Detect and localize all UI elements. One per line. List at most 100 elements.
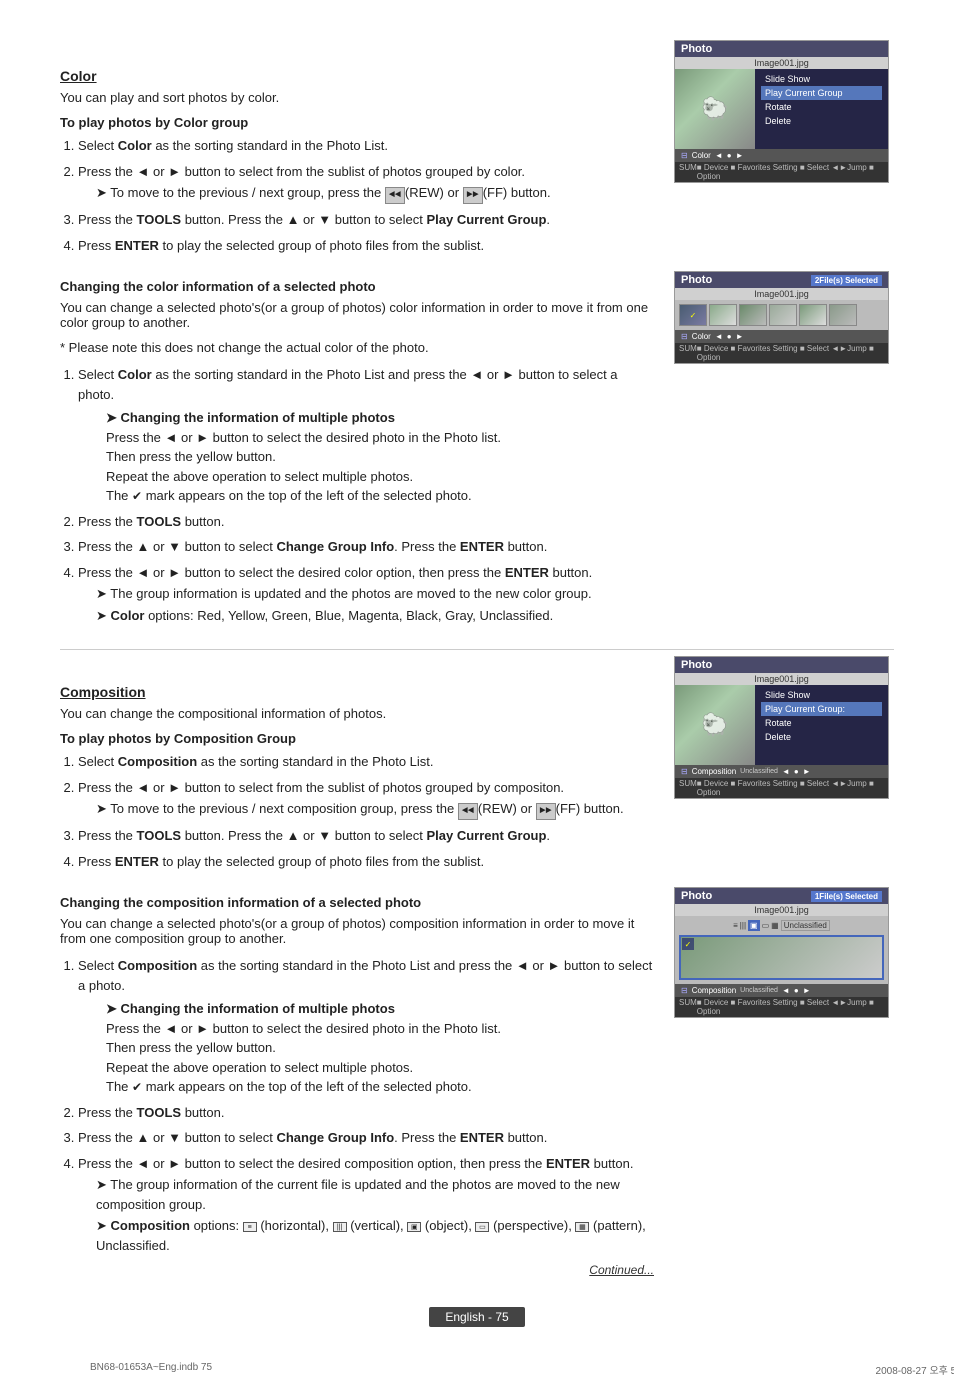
- sheep-icon-1: 🐑: [701, 96, 728, 122]
- color-change-step-3: Press the ▲ or ▼ button to select Change…: [78, 537, 654, 557]
- ss-sum-icons-1: ■ Device ■ Favorites Setting ■ Select ◄►…: [697, 163, 884, 181]
- ss-filter-name-4: Composition: [692, 986, 736, 995]
- ss-menu-rotate-3: Rotate: [761, 716, 882, 730]
- ss-big-thumb-4: ✓: [679, 935, 884, 980]
- ss-filter-type-2: ⊟: [681, 332, 688, 341]
- ss-menu-delete-1: Delete: [761, 114, 882, 128]
- ss-comp-unclassified: Unclassified: [781, 920, 830, 931]
- comp-change-desc: You can change a selected photo's(or a g…: [60, 916, 654, 946]
- comp-change-title: Changing the composition information of …: [60, 895, 654, 910]
- ss-thumb-1: 🐑: [675, 69, 755, 149]
- ss-sum-4: SUM ■ Device ■ Favorites Setting ■ Selec…: [675, 997, 888, 1017]
- ss-badge-2: 2File(s) Selected: [811, 275, 882, 286]
- ss-sum-icons-4: ■ Device ■ Favorites Setting ■ Select ◄►…: [697, 998, 884, 1016]
- color-change-multi: ➤ Changing the information of multiple p…: [106, 408, 654, 506]
- comp-change-step-2: Press the TOOLS button.: [78, 1103, 654, 1123]
- ss-grid-thumb-4: [769, 304, 797, 326]
- ss-badge-4: 1File(s) Selected: [811, 891, 882, 902]
- screenshot-comp-change: Photo 1File(s) Selected Image001.jpg ≡ |…: [674, 887, 889, 1018]
- ss-comp-icon-v: |||: [740, 921, 746, 930]
- composition-play-screenshot: Photo Image001.jpg 🐑 Slide Show Play Cur…: [674, 656, 894, 799]
- ss-header-2: Photo 2File(s) Selected: [675, 272, 888, 288]
- ss-photo-label-2: Photo: [681, 274, 712, 286]
- ss-header-4: Photo 1File(s) Selected: [675, 888, 888, 904]
- ss-comp-icon-h: ≡: [733, 921, 738, 930]
- ss-filter-type-3: ⊟: [681, 767, 688, 776]
- ss-comp-icon-pat: ▦: [771, 921, 779, 930]
- ss-header-1: Photo: [675, 41, 888, 57]
- ss-sum-2: SUM ■ Device ■ Favorites Setting ■ Selec…: [675, 343, 888, 363]
- comp-step-3: Press the TOOLS button. Press the ▲ or ▼…: [78, 826, 654, 846]
- ss-filename-4: Image001.jpg: [675, 904, 888, 916]
- patt-icon: ▦: [575, 1222, 589, 1232]
- composition-play-title: To play photos by Composition Group: [60, 731, 654, 746]
- ss-filter-arrow2-2: ►: [736, 332, 744, 341]
- footer-date: 2008-08-27 오후 5:12:23: [876, 1362, 954, 1377]
- color-text-col: Color You can play and sort photos by co…: [60, 40, 654, 261]
- ss-filter-dot-1: ●: [727, 151, 732, 160]
- footer-file: BN68-01653A~Eng.indb 75: [90, 1362, 212, 1377]
- vert-icon: |||: [333, 1222, 347, 1232]
- ss-filter-name-1: Color: [692, 151, 711, 160]
- color-desc: You can play and sort photos by color.: [60, 90, 654, 105]
- ss-sum-label-1: SUM: [679, 163, 697, 181]
- rew-icon-2: ◄◄: [458, 803, 478, 820]
- ss-filter-arrow2-1: ►: [736, 151, 744, 160]
- comp-change-note2: ➤ Composition options: ≡ (horizontal), |…: [96, 1216, 654, 1255]
- composition-change-list: Select Composition as the sorting standa…: [78, 956, 654, 1255]
- ss-filter-3: ⊟ Composition Unclassified ◄ ● ►: [675, 765, 888, 778]
- composition-title: Composition: [60, 684, 654, 700]
- comp-step-1: Select Composition as the sorting standa…: [78, 752, 654, 772]
- screenshot-comp-play: Photo Image001.jpg 🐑 Slide Show Play Cur…: [674, 656, 889, 799]
- ss-filter-dot-2: ●: [727, 332, 732, 341]
- footer-meta: BN68-01653A~Eng.indb 75 2008-08-27 오후 5:…: [60, 1362, 954, 1377]
- color-change-note1: ➤ The group information is updated and t…: [96, 584, 654, 604]
- ss-photo-label-4: Photo: [681, 890, 712, 902]
- ss-menu-delete-3: Delete: [761, 730, 882, 744]
- color-change-desc: You can change a selected photo's(or a g…: [60, 300, 654, 330]
- color-section: Color You can play and sort photos by co…: [60, 40, 894, 261]
- composition-change-section: Changing the composition information of …: [60, 887, 894, 1277]
- ss-comp-icon-o: ▣: [748, 920, 760, 931]
- ss-filter-dot-3: ●: [794, 767, 799, 776]
- comp-step-2: Press the ◄ or ► button to select from t…: [78, 778, 654, 821]
- comp-change-step-4: Press the ◄ or ► button to select the de…: [78, 1154, 654, 1256]
- ss-filter-arrow-2: ◄: [715, 332, 723, 341]
- ff-icon: ►►: [463, 187, 483, 204]
- comp-change-step-3: Press the ▲ or ▼ button to select Change…: [78, 1128, 654, 1148]
- color-title: Color: [60, 68, 654, 84]
- comp-change-multi: ➤ Changing the information of multiple p…: [106, 999, 654, 1097]
- ss-sum-label-2: SUM: [679, 344, 697, 362]
- ss-menu-playcurrent-3: Play Current Group:: [761, 702, 882, 716]
- obj-icon: ▣: [407, 1222, 421, 1232]
- ss-filter-arrow2-4: ►: [803, 986, 811, 995]
- ss-sum-icons-2: ■ Device ■ Favorites Setting ■ Select ◄►…: [697, 344, 884, 362]
- color-change-list: Select Color as the sorting standard in …: [78, 365, 654, 625]
- ss-filter-name-2: Color: [692, 332, 711, 341]
- ss-comp-bar: ≡ ||| ▣ ▭ ▦ Unclassified: [679, 920, 884, 931]
- color-play-title: To play photos by Color group: [60, 115, 654, 130]
- ss-sum-3: SUM ■ Device ■ Favorites Setting ■ Selec…: [675, 778, 888, 798]
- ss-filter-arrow2-3: ►: [803, 767, 811, 776]
- ss-menu-playcurrent-1: Play Current Group: [761, 86, 882, 100]
- ss-filter-arrow-1: ◄: [715, 151, 723, 160]
- comp-step-4: Press ENTER to play the selected group o…: [78, 852, 654, 872]
- ss-grid-thumb-1: ✓: [679, 304, 707, 326]
- ss-thumb-grid-2: ✓: [675, 300, 888, 330]
- ss-filter-dot-4: ●: [794, 986, 799, 995]
- page-number-badge: English - 75: [429, 1307, 524, 1327]
- ss-menu-1: Slide Show Play Current Group Rotate Del…: [755, 69, 888, 149]
- ss-filename-3: Image001.jpg: [675, 673, 888, 685]
- page-number-container: English - 75: [60, 1307, 894, 1327]
- ss-filter-2: ⊟ Color ◄ ● ►: [675, 330, 888, 343]
- ss-filter-type-4: ⊟: [681, 986, 688, 995]
- ss-grid-thumb-2: [709, 304, 737, 326]
- ff-icon-2: ►►: [536, 803, 556, 820]
- check-icon-4: ✓: [685, 940, 692, 949]
- checkmark-2: ✔: [132, 1080, 142, 1094]
- composition-change-text: Changing the composition information of …: [60, 887, 654, 1277]
- ss-grid-thumb-5: [799, 304, 827, 326]
- continued-text: Continued...: [60, 1263, 654, 1277]
- composition-desc: You can change the compositional informa…: [60, 706, 654, 721]
- ss-filename-1: Image001.jpg: [675, 57, 888, 69]
